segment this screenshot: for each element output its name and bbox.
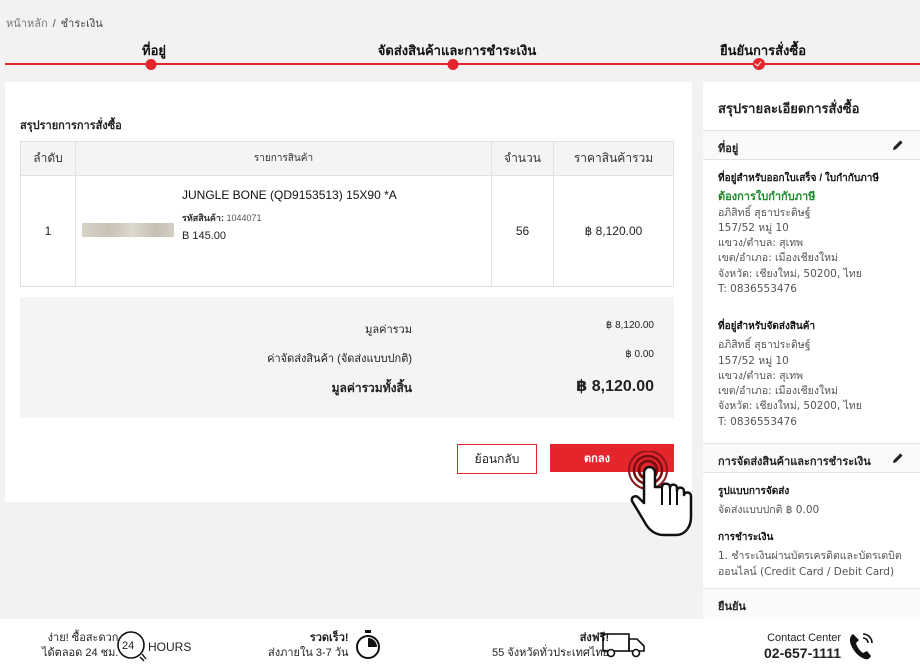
subtotal-label: มูลค่ารวม bbox=[365, 324, 412, 336]
grand-total-value: ฿ 8,120.00 bbox=[576, 378, 654, 395]
payment-heading: การชำระเงิน bbox=[718, 532, 774, 543]
col-index: ลำดับ bbox=[20, 141, 76, 176]
billing-name: อภิสิทธิ์ สุธาประดิษฐ์ bbox=[718, 206, 811, 219]
contact-phone-number[interactable]: 02-657-1111 bbox=[764, 646, 841, 661]
product-name[interactable]: JUNGLE BONE (QD9153513) 15X90 *A bbox=[182, 188, 397, 202]
row-total: ฿ 8,120.00 bbox=[553, 175, 674, 287]
footer-fast-title: รวดเร็ว! bbox=[309, 632, 349, 644]
footer-free: ส่งฟรี! 55 จังหวัดทั่วประเทศไทย bbox=[492, 631, 609, 661]
breadcrumb-home-link[interactable]: หน้าหลัก bbox=[6, 18, 48, 30]
payment-line-2: ออนไลน์ (Credit Card / Debit Card) bbox=[718, 565, 895, 578]
stopwatch-icon bbox=[356, 630, 380, 659]
clock-24-label: HOURS bbox=[148, 640, 192, 654]
col-product: รายการสินค้า bbox=[75, 141, 492, 176]
breadcrumb-separator: / bbox=[52, 18, 56, 30]
row-qty: 56 bbox=[491, 175, 554, 287]
table-row: 1 JUNGLE BONE (QD9153513) 15X90 *A รหัสส… bbox=[20, 175, 674, 287]
footer-fast: รวดเร็ว! ส่งภายใน 3-7 วัน bbox=[268, 631, 349, 661]
footer-fast-sub: ส่งภายใน 3-7 วัน bbox=[268, 647, 349, 659]
sidebar-section-delivery-payment: การจัดส่งสินค้าและการชำระเงิน bbox=[703, 443, 920, 473]
sidebar-section-confirm: ยืนยัน bbox=[703, 588, 920, 619]
table-header-row: ลำดับ รายการสินค้า จำนวน ราคาสินค้ารวม bbox=[20, 141, 674, 176]
back-button[interactable]: ย้อนกลับ bbox=[457, 444, 537, 474]
subtotal-value: ฿ 8,120.00 bbox=[605, 320, 654, 331]
row-product-cell: JUNGLE BONE (QD9153513) 15X90 *A รหัสสิน… bbox=[75, 175, 492, 287]
edit-address-pencil-icon[interactable] bbox=[892, 139, 904, 151]
step-confirm: ยืนยันการสั่งซื้อ bbox=[719, 43, 807, 58]
contact-center-label: Contact Center bbox=[767, 632, 842, 644]
footer-free-title: ส่งฟรี! bbox=[579, 632, 610, 644]
billing-address-block: ที่อยู่สำหรับออกใบเสร็จ / ใบกำกับภาษี ต้… bbox=[718, 171, 913, 297]
shipping-address-block: ที่อยู่สำหรับจัดส่งสินค้า อภิสิทธิ์ สุธา… bbox=[718, 319, 913, 430]
footer-contact: Contact Center 02-657-1111 bbox=[764, 631, 841, 661]
price-summary: มูลค่ารวม ฿ 8,120.00 ค่าจัดส่งสินค้า (จั… bbox=[20, 297, 674, 418]
tax-invoice-note: ต้องการใบกำกับภาษี bbox=[718, 191, 816, 204]
shipping-fee-label: ค่าจัดส่งสินค้า (จัดส่งแบบปกติ) bbox=[267, 353, 412, 365]
product-code-label: รหัสสินค้า: bbox=[182, 213, 224, 223]
footer-easy-title: ง่าย! ซื้อสะดวก bbox=[47, 632, 119, 644]
row-index: 1 bbox=[20, 175, 76, 287]
billing-address-heading: ที่อยู่สำหรับออกใบเสร็จ / ใบกำกับภาษี bbox=[718, 173, 879, 184]
step-dot-shipping bbox=[447, 59, 459, 70]
order-summary-title: สรุปรายการการสั่งซื้อ bbox=[20, 120, 122, 132]
grand-total-label: มูลค่ารวมทั้งสิ้น bbox=[331, 381, 412, 395]
shipping-district: เขต/อำเภอ: เมืองเชียงใหม่ bbox=[718, 385, 838, 398]
product-unit-price: B 145.00 bbox=[182, 230, 227, 242]
phone-icon bbox=[849, 633, 873, 660]
shipping-phone: T: 0836553476 bbox=[718, 415, 797, 428]
confirm-section-label: ยืนยัน bbox=[718, 601, 746, 613]
billing-subdistrict: แขวง/ตำบล: สุเทพ bbox=[718, 237, 804, 250]
col-qty: จำนวน bbox=[491, 141, 554, 176]
breadcrumb-current: ชำระเงิน bbox=[60, 18, 103, 30]
step-shipping-payment[interactable]: จัดส่งสินค้าและการชำระเงิน bbox=[378, 40, 536, 61]
breadcrumb: หน้าหลัก / ชำระเงิน bbox=[6, 14, 103, 32]
delivery-method-value: จัดส่งแบบปกติ ฿ 0.00 bbox=[718, 504, 820, 517]
billing-province: จังหวัด: เชียงใหม่, 50200, ไทย bbox=[718, 267, 862, 280]
progress-line bbox=[5, 63, 920, 65]
order-summary-panel: สรุปรายการการสั่งซื้อ ลำดับ รายการสินค้า… bbox=[5, 82, 692, 502]
payment-block: การชำระเงิน 1. ชำระเงินผ่านบัตรเครดิตและ… bbox=[718, 530, 913, 580]
order-detail-sidebar: สรุปรายละเอียดการสั่งซื้อ ที่อยู่ ที่อยู… bbox=[703, 82, 920, 619]
delivery-method-heading: รูปแบบการจัดส่ง bbox=[718, 486, 790, 497]
sidebar-section-address: ที่อยู่ bbox=[703, 130, 920, 160]
col-total: ราคาสินค้ารวม bbox=[553, 141, 674, 176]
address-section-label: ที่อยู่ bbox=[718, 143, 739, 155]
delivery-section-label: การจัดส่งสินค้าและการชำระเงิน bbox=[718, 456, 871, 468]
shipping-province: จังหวัด: เชียงใหม่, 50200, ไทย bbox=[718, 400, 862, 413]
step-address[interactable]: ที่อยู่ bbox=[142, 40, 166, 61]
step-dot-confirm-check-icon bbox=[753, 58, 765, 70]
hand-pointer-icon bbox=[628, 451, 693, 537]
edit-delivery-pencil-icon[interactable] bbox=[892, 452, 904, 464]
footer-free-sub: 55 จังหวัดทั่วประเทศไทย bbox=[492, 647, 610, 659]
shipping-name: อภิสิทธิ์ สุธาประดิษฐ์ bbox=[718, 339, 811, 352]
sidebar-title: สรุปรายละเอียดการสั่งซื้อ bbox=[703, 82, 920, 131]
order-items-table: ลำดับ รายการสินค้า จำนวน ราคาสินค้ารวม 1… bbox=[20, 141, 674, 287]
delivery-method-block: รูปแบบการจัดส่ง จัดส่งแบบปกติ ฿ 0.00 bbox=[718, 484, 913, 519]
billing-street: 157/52 หมู่ 10 bbox=[718, 221, 789, 234]
clock-24-number: 24 bbox=[122, 640, 135, 652]
product-code-value: 1044071 bbox=[226, 213, 262, 223]
shipping-subdistrict: แขวง/ตำบล: สุเทพ bbox=[718, 369, 804, 382]
payment-line-1: 1. ชำระเงินผ่านบัตรเครดิตและบัตรเดบิต bbox=[718, 550, 902, 563]
footer-easy-sub: ได้ตลอด 24 ชม. bbox=[42, 647, 119, 659]
truck-icon bbox=[602, 633, 645, 658]
shipping-fee-value: ฿ 0.00 bbox=[625, 349, 654, 360]
product-image[interactable] bbox=[82, 223, 174, 237]
billing-district: เขต/อำเภอ: เมืองเชียงใหม่ bbox=[718, 252, 838, 265]
footer-easy: ง่าย! ซื้อสะดวก ได้ตลอด 24 ชม. bbox=[42, 631, 118, 661]
step-dot-address bbox=[145, 59, 157, 70]
product-code: รหัสสินค้า: 1044071 bbox=[182, 211, 397, 225]
shipping-address-heading: ที่อยู่สำหรับจัดส่งสินค้า bbox=[718, 321, 816, 332]
billing-phone: T: 0836553476 bbox=[718, 283, 797, 296]
shipping-street: 157/52 หมู่ 10 bbox=[718, 354, 789, 367]
footer-benefits-bar: ง่าย! ซื้อสะดวก ได้ตลอด 24 ชม. 24 HOURS … bbox=[0, 619, 920, 669]
